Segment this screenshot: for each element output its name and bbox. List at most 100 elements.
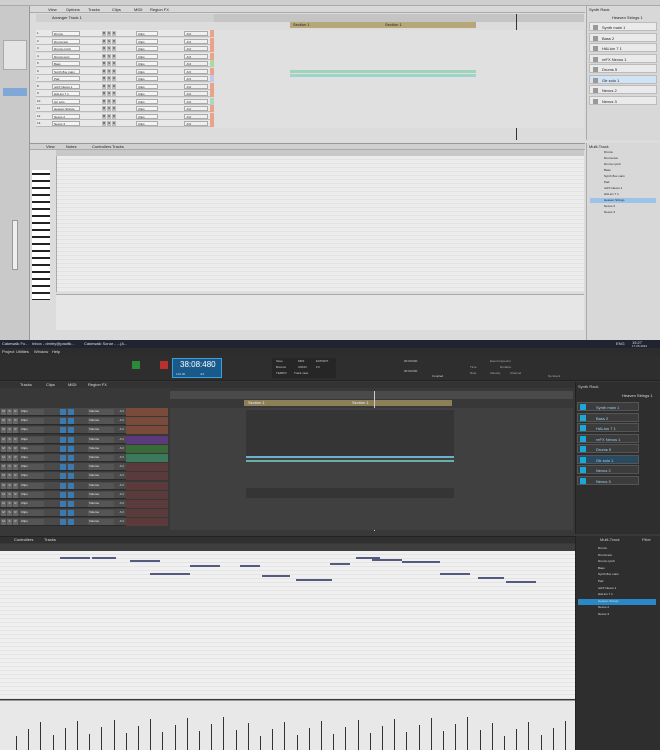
synth-rack-item[interactable]: Nexus 2 bbox=[589, 85, 657, 94]
mute-button[interactable]: M bbox=[102, 53, 106, 59]
taskbar-tab-1[interactable]: Cakewalk Fo... bbox=[2, 342, 28, 346]
velocity-bar[interactable] bbox=[430, 718, 432, 750]
velocity-bar[interactable] bbox=[467, 717, 469, 750]
track-list-item[interactable]: Heaven Strings bbox=[590, 198, 656, 203]
dark-synth-rack-item[interactable]: Nexus 2 bbox=[577, 465, 639, 474]
volume-dropdown[interactable]: Volume bbox=[88, 491, 114, 498]
velocity-bar[interactable] bbox=[333, 734, 335, 750]
midi-note[interactable] bbox=[262, 575, 290, 577]
track-list-item[interactable]: reFX Nexus 1 bbox=[590, 186, 656, 191]
track-row[interactable]: 9 HALion 7 1 M S R Clips -6.0 bbox=[36, 90, 250, 97]
midi-button[interactable]: MIDI bbox=[298, 360, 304, 363]
clips-dropdown[interactable]: Clips bbox=[136, 68, 158, 74]
pr-menu-controllers[interactable]: Controllers bbox=[92, 145, 111, 149]
mute-button[interactable]: M bbox=[1, 445, 6, 452]
record-arm-button[interactable]: R bbox=[112, 98, 116, 104]
midi-note[interactable] bbox=[190, 565, 220, 567]
velocity-bar[interactable] bbox=[235, 730, 237, 750]
taskbar-tab-3[interactable]: Cakewalk Sonar - ...(A... bbox=[84, 342, 127, 346]
dark-synth-rack-item[interactable]: Nexus 3 bbox=[577, 475, 639, 485]
dark-synth-rack-item[interactable]: HALion 7 1 bbox=[577, 423, 639, 432]
control-bar-selected[interactable] bbox=[3, 88, 27, 96]
record-arm-button[interactable]: R bbox=[112, 61, 116, 66]
coupled-select[interactable]: Coupled bbox=[432, 375, 443, 378]
input-icon[interactable] bbox=[68, 482, 74, 489]
solo-button[interactable]: S bbox=[107, 31, 111, 36]
dark-synth-rack-selected[interactable]: Heaven Strings 1 bbox=[622, 394, 653, 398]
solo-button[interactable]: S bbox=[7, 445, 12, 452]
counter-2[interactable]: 00:00:000 bbox=[404, 370, 417, 373]
mute-button[interactable]: M bbox=[1, 464, 6, 471]
solo-button[interactable]: S bbox=[107, 91, 111, 96]
dark-track-list-item[interactable]: Drums bbox=[578, 546, 656, 552]
midi-note[interactable] bbox=[92, 557, 116, 559]
velocity-bar[interactable] bbox=[369, 733, 371, 750]
velocity-bar[interactable] bbox=[113, 720, 115, 750]
volume-dropdown[interactable]: Volume bbox=[88, 409, 114, 415]
record-arm-button[interactable]: R bbox=[13, 418, 18, 425]
midi-note[interactable] bbox=[150, 573, 190, 575]
velocity-bar[interactable] bbox=[199, 731, 200, 750]
dark-track-list-item[interactable]: Drums cymb bbox=[578, 559, 656, 565]
synth-rack-item[interactable]: Synth main 1 bbox=[589, 22, 657, 31]
menu-region-fx[interactable]: Region FX bbox=[150, 8, 169, 12]
clips-dropdown[interactable]: Clips bbox=[20, 427, 44, 434]
transport-record-button[interactable] bbox=[160, 361, 168, 369]
velocity-bar[interactable] bbox=[540, 735, 542, 750]
fx-icon[interactable] bbox=[60, 519, 66, 526]
dark-piano-roll-ruler[interactable] bbox=[0, 544, 575, 551]
dark-track-list-item[interactable]: Nexus 3 bbox=[578, 612, 656, 618]
dark-clip-block[interactable] bbox=[246, 488, 454, 498]
counter-1[interactable]: 00:00:000 bbox=[404, 360, 417, 363]
mute-button[interactable]: M bbox=[102, 76, 106, 81]
mute-button[interactable]: M bbox=[102, 68, 106, 74]
dark-menu-tracks[interactable]: Tracks bbox=[20, 383, 32, 387]
dark-clip-block[interactable] bbox=[246, 410, 454, 456]
save-button[interactable]: Save bbox=[276, 360, 283, 363]
track-row[interactable]: 12 Nexus 2 M S R Clips -6.0 bbox=[36, 112, 250, 120]
fx-icon[interactable] bbox=[60, 473, 66, 480]
volume-field[interactable]: -6.0 bbox=[184, 113, 208, 119]
track-name[interactable]: HALion 7 1 bbox=[52, 91, 80, 96]
velocity-bar[interactable] bbox=[528, 722, 530, 750]
transport-play-button[interactable] bbox=[132, 361, 140, 369]
fx-icon[interactable] bbox=[60, 418, 66, 425]
track-row[interactable]: 2 Drums kat M S R Clips -6.0 bbox=[36, 37, 250, 45]
undo-button[interactable]: UNDO bbox=[298, 366, 307, 369]
velocity-bar[interactable] bbox=[491, 723, 493, 750]
mute-button[interactable]: M bbox=[102, 31, 106, 36]
track-row[interactable]: 13 Nexus 3 M S R Clips -6.0 bbox=[36, 120, 250, 127]
record-arm-button[interactable]: R bbox=[13, 510, 18, 517]
track-list-item[interactable]: Drums bbox=[590, 150, 656, 155]
taskbar-lang[interactable]: ENG bbox=[616, 342, 625, 346]
fx-icon[interactable] bbox=[60, 510, 66, 517]
dark-track-list-item[interactable]: Bass bbox=[578, 566, 656, 572]
volume-field[interactable]: -6.0 bbox=[184, 53, 208, 59]
dark-synth-rack-item[interactable]: Gtr solo 1 bbox=[577, 454, 639, 464]
track-name[interactable]: Nexus 2 bbox=[52, 113, 80, 119]
mute-button[interactable]: M bbox=[1, 427, 6, 434]
volume-dropdown[interactable]: Volume bbox=[88, 455, 114, 461]
dark-track-list-item[interactable]: Drums kat bbox=[578, 553, 656, 559]
mute-button[interactable]: M bbox=[102, 121, 106, 126]
record-arm-button[interactable]: R bbox=[112, 121, 116, 126]
track-list-item[interactable]: Nexus 2 bbox=[590, 204, 656, 209]
mute-button[interactable]: M bbox=[102, 106, 106, 111]
velocity-bar[interactable] bbox=[223, 717, 225, 750]
velocity-bar[interactable] bbox=[565, 721, 566, 750]
clips-dropdown[interactable]: Clips bbox=[136, 53, 158, 59]
clips-dropdown[interactable]: Clips bbox=[20, 473, 44, 480]
solo-button[interactable]: S bbox=[7, 473, 12, 480]
dark-synth-rack-item[interactable]: Bass 2 bbox=[577, 412, 639, 422]
dark-menu-window[interactable]: Window bbox=[34, 350, 48, 354]
volume-dropdown[interactable]: Volume bbox=[88, 510, 114, 517]
midi-note[interactable] bbox=[440, 573, 470, 575]
record-arm-button[interactable]: R bbox=[13, 491, 18, 498]
midi-note[interactable] bbox=[372, 559, 402, 561]
velocity-bar[interactable] bbox=[64, 728, 66, 750]
input-icon[interactable] bbox=[68, 510, 74, 517]
bounce-button[interactable]: Bounce bbox=[276, 366, 286, 369]
solo-button[interactable]: S bbox=[107, 98, 111, 104]
track-name[interactable]: Pad bbox=[52, 76, 80, 81]
velocity-bar[interactable] bbox=[89, 734, 91, 750]
